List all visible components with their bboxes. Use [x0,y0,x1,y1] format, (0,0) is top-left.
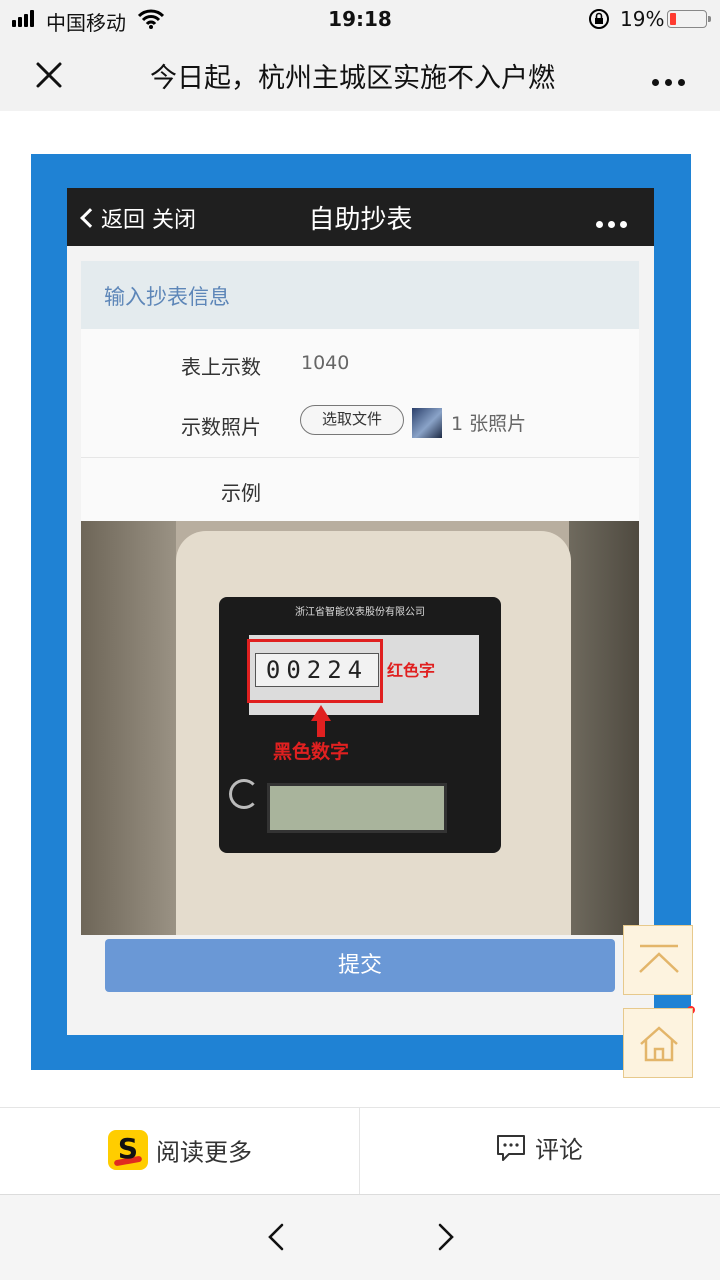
read-more-label: 阅读更多 [156,1138,252,1167]
chevron-left-icon[interactable] [262,1222,292,1252]
home-icon [640,1026,678,1062]
battery-percent: 19% [620,7,665,31]
rotation-lock-icon [589,9,609,29]
embedded-screenshot: 返回 关闭 自助抄表 输入抄表信息 表上示数 1040 示数照片 选取文件 1 … [67,188,654,1035]
chevron-right-icon[interactable] [430,1222,460,1252]
meter-logo-icon [229,779,259,809]
meter-faceplate: 浙江省智能仪表股份有限公司 00224 红色字 黑色数字 [219,597,501,853]
close-icon[interactable] [32,58,66,92]
photo-count: 1 张照片 [451,413,527,435]
embedded-section-title: 输入抄表信息 [104,285,230,309]
clock: 19:18 [328,7,392,31]
meter-example-photo: 浙江省智能仪表股份有限公司 00224 红色字 黑色数字 [81,521,639,935]
highlight-box [247,639,383,703]
reading-label: 表上示数 [181,355,261,379]
reading-value: 1040 [301,352,350,374]
bottom-nav-bar [0,1194,720,1280]
choose-file-button: 选取文件 [300,405,404,435]
back-to-top-icon [639,944,679,973]
top-nav-bar: 今日起，杭州主城区实施不入户燃 [0,38,720,111]
embedded-form: 表上示数 1040 示数照片 选取文件 1 张照片 示例 [81,329,639,521]
read-more-button[interactable]: 阅读更多 [108,1130,252,1170]
status-bar: 中国移动 19:18 19% [0,0,720,38]
comment-label: 评论 [535,1136,583,1164]
embedded-nav-bar: 返回 关闭 自助抄表 [67,188,654,246]
embedded-submit-button: 提交 [105,939,615,992]
reader-app-logo [108,1130,148,1170]
red-caption: 黑色数字 [273,741,350,763]
embedded-section-header: 输入抄表信息 [81,261,639,329]
photo-label: 示数照片 [181,415,261,439]
meter-lcd [267,783,447,833]
comment-icon [497,1134,525,1161]
comment-button[interactable]: 评论 [495,1130,583,1165]
page-title: 今日起，杭州主城区实施不入户燃 [150,63,555,94]
article-action-bar: 阅读更多 评论 [0,1107,720,1195]
battery-icon [667,10,711,28]
divider [81,457,639,458]
more-icon[interactable] [652,71,691,90]
embedded-title: 自助抄表 [308,205,413,235]
home-button[interactable] [623,1008,693,1078]
photo-thumbnail [412,408,442,438]
red-side-label: 红色字 [387,661,436,680]
back-to-top-button[interactable] [623,925,693,995]
example-label: 示例 [221,481,261,505]
more-icon [596,213,632,232]
